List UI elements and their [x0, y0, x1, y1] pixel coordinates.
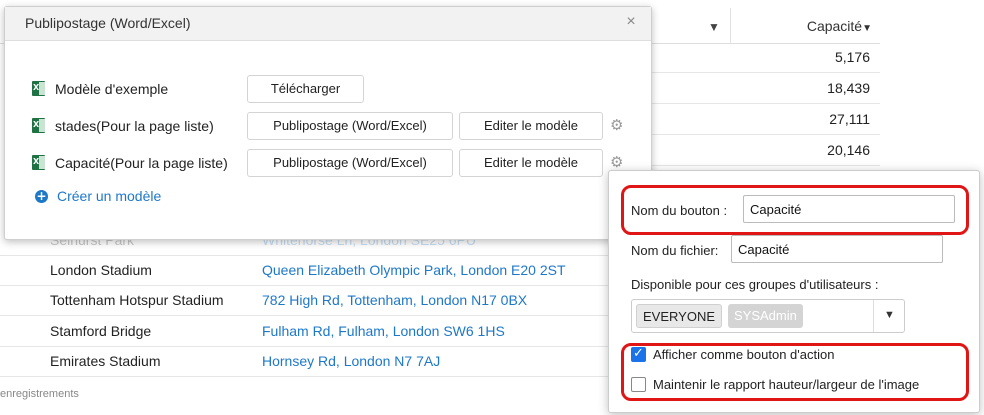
stadium-name: Tottenham Hotspur Stadium: [50, 292, 224, 308]
excel-icon: [32, 118, 45, 133]
edit-template-button-capacite[interactable]: Editer le modèle: [459, 149, 603, 177]
download-button[interactable]: Télécharger: [247, 75, 364, 103]
button-name-input[interactable]: [743, 195, 955, 223]
table-row[interactable]: London Stadium Queen Elizabeth Olympic P…: [0, 256, 610, 286]
capacity-column-header[interactable]: Capacité▼: [807, 18, 872, 34]
gear-icon[interactable]: ⚙: [610, 118, 625, 133]
template-settings-popup: Nom du bouton : Nom du fichier: Disponib…: [608, 170, 980, 413]
mailmerge-button-capacite[interactable]: Publipostage (Word/Excel): [247, 149, 453, 177]
table-row[interactable]: Stamford Bridge Fulham Rd, Fulham, Londo…: [0, 317, 610, 347]
mailmerge-button-stades[interactable]: Publipostage (Word/Excel): [247, 112, 453, 140]
column-dropdown-icon[interactable]: ▼: [708, 20, 722, 34]
stadium-address-link[interactable]: Fulham Rd, Fulham, London SW6 1HS: [262, 323, 505, 339]
stadium-name: London Stadium: [50, 262, 152, 278]
edit-template-button-stades[interactable]: Editer le modèle: [459, 112, 603, 140]
excel-icon: [32, 81, 45, 96]
capacity-cell: 20,146: [650, 135, 880, 166]
template-label-stades: stades(Pour la page liste): [55, 118, 214, 134]
select-separator: [873, 300, 874, 332]
user-groups-label: Disponible pour ces groupes d'utilisateu…: [631, 277, 879, 292]
gear-icon[interactable]: ⚙: [610, 155, 625, 170]
stadium-address-link[interactable]: 782 High Rd, Tottenham, London N17 0BX: [262, 292, 527, 308]
chevron-down-icon[interactable]: ▼: [884, 309, 895, 321]
show-action-label: Afficher comme bouton d'action: [653, 347, 835, 362]
table-row[interactable]: Tottenham Hotspur Stadium 782 High Rd, T…: [0, 286, 610, 316]
button-name-label: Nom du bouton :: [631, 203, 728, 218]
stadium-name: Emirates Stadium: [50, 353, 161, 369]
capacity-cell: 5,176: [650, 42, 880, 73]
close-icon[interactable]: ×: [623, 14, 639, 30]
stadium-address-link[interactable]: Queen Elizabeth Olympic Park, London E20…: [262, 262, 566, 278]
sort-down-icon: ▼: [862, 23, 872, 34]
stadium-name: Stamford Bridge: [50, 323, 152, 339]
stadium-address-link[interactable]: Hornsey Rd, London N7 7AJ: [262, 353, 440, 369]
group-chip-everyone[interactable]: EVERYONE: [636, 304, 723, 328]
excel-icon: [32, 155, 45, 170]
file-name-input[interactable]: [731, 235, 943, 263]
capacity-cell: 18,439: [650, 73, 880, 104]
records-footer: enregistrements: [0, 388, 79, 400]
dialog-header: Publipostage (Word/Excel) ×: [5, 7, 651, 41]
capacity-cell: 27,111: [650, 104, 880, 135]
dialog-title: Publipostage (Word/Excel): [25, 15, 191, 31]
column-separator: [730, 8, 731, 44]
create-template-label: Créer un modèle: [57, 188, 162, 204]
sample-template-label: Modèle d'exemple: [55, 81, 169, 97]
keep-ratio-label: Maintenir le rapport hauteur/largeur de …: [653, 377, 920, 392]
keep-ratio-checkbox[interactable]: [631, 377, 646, 392]
mailmerge-dialog: Publipostage (Word/Excel) × Modèle d'exe…: [4, 6, 652, 240]
plus-circle-icon: +: [35, 189, 48, 203]
group-chip-sysadmin[interactable]: SYSAdmin: [728, 304, 803, 328]
user-groups-select[interactable]: EVERYONE SYSAdmin ▼: [631, 299, 905, 333]
show-action-checkbox[interactable]: [631, 346, 646, 362]
template-label-capacite: Capacité(Pour la page liste): [55, 155, 228, 171]
table-row[interactable]: Emirates Stadium Hornsey Rd, London N7 7…: [0, 347, 610, 377]
file-name-label: Nom du fichier:: [631, 243, 719, 258]
